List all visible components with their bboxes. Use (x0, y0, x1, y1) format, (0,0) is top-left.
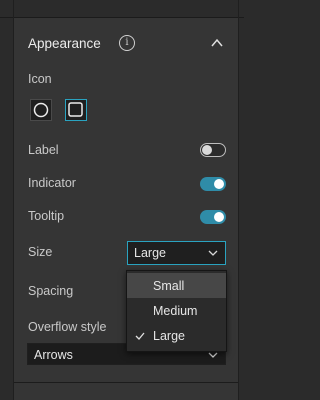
option-label: Medium (153, 304, 198, 318)
indicator-toggle[interactable] (200, 177, 226, 191)
section-title: Appearance (28, 36, 101, 51)
size-select-value: Large (134, 246, 166, 260)
info-icon[interactable]: i (119, 35, 135, 51)
size-dropdown-menu: Small Medium Large (126, 270, 227, 352)
tooltip-toggle[interactable] (200, 210, 226, 224)
circle-icon (33, 102, 49, 118)
chevron-down-icon (208, 352, 218, 358)
next-section-strip (14, 383, 238, 400)
size-label: Size (28, 245, 53, 259)
overflow-style-label: Overflow style (28, 320, 107, 334)
chevron-down-icon (208, 250, 218, 256)
option-label: Small (153, 279, 185, 293)
appearance-header[interactable]: Appearance i (14, 32, 238, 56)
square-icon (68, 102, 83, 117)
icon-label: Icon (28, 72, 52, 86)
indicator-label: Indicator (28, 176, 76, 190)
icon-option-square[interactable] (65, 99, 87, 121)
size-option-small[interactable]: Small (127, 273, 226, 298)
top-strip (0, 0, 244, 18)
toggle-knob (214, 212, 224, 222)
checkmark-icon (135, 332, 145, 340)
label-toggle[interactable] (200, 143, 226, 157)
size-option-medium[interactable]: Medium (127, 298, 226, 323)
size-option-large[interactable]: Large (127, 323, 226, 348)
icon-option-circle[interactable] (30, 99, 52, 121)
toggle-knob (202, 144, 212, 155)
panel-border-right (238, 0, 239, 400)
option-label: Large (153, 329, 185, 343)
chevron-up-icon[interactable] (210, 36, 224, 50)
size-select[interactable]: Large (127, 241, 226, 265)
tooltip-label: Tooltip (28, 209, 65, 223)
overflow-select-value: Arrows (34, 348, 73, 362)
toggle-knob (214, 179, 224, 189)
spacing-label: Spacing (28, 284, 74, 298)
label-row-label: Label (28, 143, 59, 157)
